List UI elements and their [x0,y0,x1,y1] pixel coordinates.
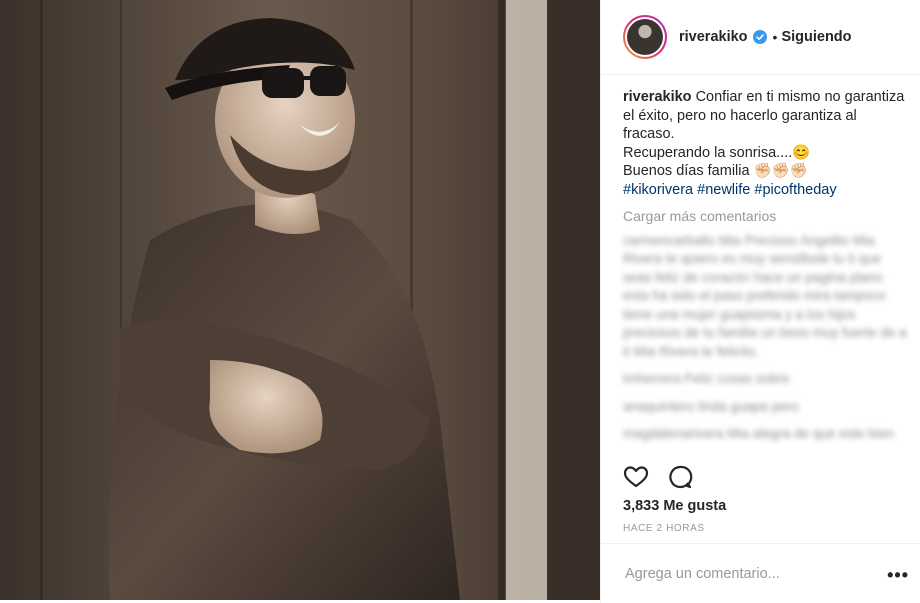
verified-badge-icon [752,30,767,44]
photo-illustration [0,0,600,600]
caption: riverakiko Confiar en ti mismo no garant… [623,88,909,199]
avatar-image [627,19,663,55]
avatar-inner [625,17,665,57]
caption-line-2: Recuperando la sonrisa....😊 [623,144,811,161]
hashtag-picoftheday[interactable]: #picoftheday [754,182,836,198]
caption-line-3: Buenos días familia ✊🏻✊🏻✊🏻 [623,163,808,179]
following-button[interactable]: Siguiendo [781,29,851,45]
post-photo[interactable] [0,0,600,600]
blurred-comments: carmencarballo Mia Precioso Angelito Mia… [623,232,909,444]
add-comment-bar: ••• [601,543,920,603]
action-bar [623,464,693,490]
comments-section: riverakiko Confiar en ti mismo no garant… [623,88,909,453]
post-detail-panel: riverakiko • Siguiendo riverakiko Confia… [600,0,920,603]
load-more-comments-link[interactable]: Cargar más comentarios [623,207,909,226]
post-header: riverakiko • Siguiendo [601,0,920,75]
post-timestamp: HACE 2 HORAS [623,523,705,534]
list-item: imherrera Feliz cosas sobre [623,371,790,386]
avatar[interactable] [623,15,667,59]
hashtag-newlife[interactable]: #newlife [697,182,750,198]
username-link[interactable]: riverakiko [679,29,748,45]
list-item: carmencarballo Mia Precioso Angelito Mia… [623,232,907,359]
heart-icon[interactable] [623,464,649,490]
list-item: magdalenarivera Mia alegra de que este b… [623,426,894,441]
separator-dot: • [772,29,778,45]
comment-input[interactable] [623,564,867,583]
comment-icon[interactable] [667,464,693,490]
hashtag-kikorivera[interactable]: #kikorivera [623,182,693,198]
caption-username[interactable]: riverakiko [623,89,692,105]
likes-count[interactable]: 3,833 Me gusta [623,498,726,514]
list-item: anaquintero linda guapa pero [623,398,799,414]
more-options-icon[interactable]: ••• [887,565,909,586]
